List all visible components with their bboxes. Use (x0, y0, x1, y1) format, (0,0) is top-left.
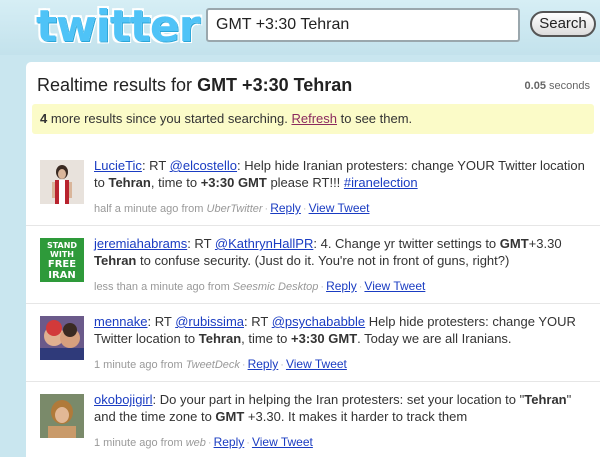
meta-separator: · (358, 281, 363, 293)
tweet-item: STAND WITH FREE IRAN jeremiahabrams: RT @Kat… (26, 226, 600, 304)
reply-link[interactable]: Reply (214, 435, 245, 449)
timing-value: 0.05 (524, 80, 546, 92)
meta-separator: · (320, 281, 325, 293)
mention-link[interactable]: @elcostello (170, 158, 237, 173)
refresh-link[interactable]: Refresh (291, 111, 337, 126)
badge-word: STAND (46, 241, 78, 250)
user-avatar[interactable] (40, 394, 84, 438)
meta-separator: · (264, 203, 269, 215)
username-link[interactable]: okobojigirl (94, 392, 153, 407)
tweet-text-segment: +3.30. It makes it harder to track them (244, 409, 468, 424)
tweet-time: less than a minute ago from (94, 281, 233, 293)
tweet-source: TweetDeck (185, 359, 240, 371)
avatar-photo-icon (40, 160, 84, 204)
tweet-meta: 1 minute ago from web · Reply · View Tweet (94, 435, 313, 449)
view-tweet-link[interactable]: View Tweet (309, 201, 370, 215)
username-link[interactable]: jeremiahabrams (94, 236, 187, 251)
tweet-text: okobojigirl: Do your part in helping the… (94, 391, 594, 425)
user-avatar[interactable]: STAND WITH FREE IRAN (40, 238, 84, 282)
tweet-text: jeremiahabrams: RT @KathrynHallPR: 4. Ch… (94, 235, 594, 269)
tweet-text-segment: , time to (150, 175, 201, 190)
username-link[interactable]: LucieTic (94, 158, 142, 173)
tweet-text-segment: , time to (241, 331, 292, 346)
highlighted-term: GMT (499, 236, 529, 251)
avatar-photo-icon (40, 316, 84, 360)
tweet-text-segment: : RT (147, 314, 176, 329)
tweet-text-segment: . Today we are all Iranians. (357, 331, 512, 346)
highlighted-term: Tehran (524, 392, 567, 407)
highlighted-term: Tehran (198, 331, 242, 346)
avatar-photo-icon (40, 394, 84, 438)
tweet-text-segment: +3.30 (528, 236, 562, 251)
tweet-text-segment: : RT (187, 236, 215, 251)
highlighted-term: GMT (215, 409, 245, 424)
view-tweet-link[interactable]: View Tweet (286, 357, 347, 371)
meta-separator: · (302, 203, 307, 215)
notice-text-before: more results since you started searching… (47, 111, 292, 126)
search-button[interactable]: Search (530, 11, 596, 37)
badge-word: FREE (47, 259, 77, 270)
user-avatar[interactable] (40, 160, 84, 204)
user-avatar[interactable] (40, 316, 84, 360)
reply-link[interactable]: Reply (248, 357, 279, 371)
tweet-time: 1 minute ago from (94, 359, 186, 371)
tweet-item: okobojigirl: Do your part in helping the… (26, 382, 600, 457)
badge-word: WITH (50, 250, 74, 259)
meta-separator: · (241, 359, 246, 371)
tweet-meta: 1 minute ago from TweetDeck · Reply · View T… (94, 357, 347, 371)
badge-word: IRAN (48, 270, 76, 281)
tweet-source: UberTwitter (206, 203, 263, 215)
search-timing: 0.05 seconds (525, 80, 590, 92)
tweet-item: LucieTic: RT @elcostello: Help hide Iran… (26, 148, 600, 226)
view-tweet-link[interactable]: View Tweet (252, 435, 313, 449)
view-tweet-link[interactable]: View Tweet (364, 279, 425, 293)
tweet-text: mennake: RT @rubissima: RT @psychababble… (94, 313, 594, 347)
reply-link[interactable]: Reply (270, 201, 301, 215)
highlighted-term: Tehran (94, 253, 137, 268)
tweet-text-segment: : RT (244, 314, 272, 329)
twitter-logo[interactable]: twitter (36, 2, 200, 52)
highlighted-term: Tehran (108, 175, 151, 190)
meta-separator: · (246, 437, 250, 449)
results-heading: Realtime results for GMT +3:30 Tehran (37, 75, 352, 96)
tweet-text-segment: : RT (141, 158, 170, 173)
timing-unit: seconds (545, 80, 590, 92)
results-query: GMT +3:30 Tehran (197, 75, 353, 95)
mention-link[interactable]: @KathrynHallPR (215, 236, 313, 251)
mention-link[interactable]: @psychababble (272, 314, 365, 329)
reply-link[interactable]: Reply (326, 279, 357, 293)
results-prefix: Realtime results for (37, 75, 198, 95)
tweet-text-segment: : 4. Change yr twitter settings to (313, 236, 500, 251)
tweet-source: Seesmic Desktop (232, 281, 319, 293)
tweet-text: LucieTic: RT @elcostello: Help hide Iran… (94, 157, 594, 191)
hashtag-link[interactable]: #iranelection (344, 175, 418, 190)
tweet-text-segment: please RT!!! (266, 175, 344, 190)
search-input[interactable]: GMT +3:30 Tehran (206, 8, 520, 42)
tweet-meta: less than a minute ago from Seesmic Desk… (94, 279, 425, 293)
highlighted-term: +3:30 GMT (200, 175, 267, 190)
tweet-text-segment: to confuse security. (Just do it. You're… (136, 253, 510, 268)
highlighted-term: +3:30 GMT (291, 331, 358, 346)
tweet-time: half a minute ago from (94, 203, 207, 215)
mention-link[interactable]: @rubissima (175, 314, 244, 329)
tweet-item: mennake: RT @rubissima: RT @psychababble… (26, 304, 600, 382)
new-results-notice: 4 more results since you started searchi… (32, 104, 594, 134)
free-iran-badge-icon: STAND WITH FREE IRAN (40, 238, 84, 282)
tweet-source: web (185, 437, 206, 449)
tweet-meta: half a minute ago from UberTwitter · Reply… (94, 201, 370, 215)
username-link[interactable]: mennake (94, 314, 147, 329)
results-panel: Realtime results for GMT +3:30 Tehran 0.… (26, 62, 600, 457)
top-bar: twitter GMT +3:30 Tehran Search (0, 0, 600, 55)
notice-text-after: to see them. (337, 111, 413, 126)
meta-separator: · (280, 359, 284, 371)
tweet-time: 1 minute ago from (94, 437, 186, 449)
meta-separator: · (207, 437, 212, 449)
tweet-text-segment: : Do your part in helping the Iran prote… (152, 392, 525, 407)
